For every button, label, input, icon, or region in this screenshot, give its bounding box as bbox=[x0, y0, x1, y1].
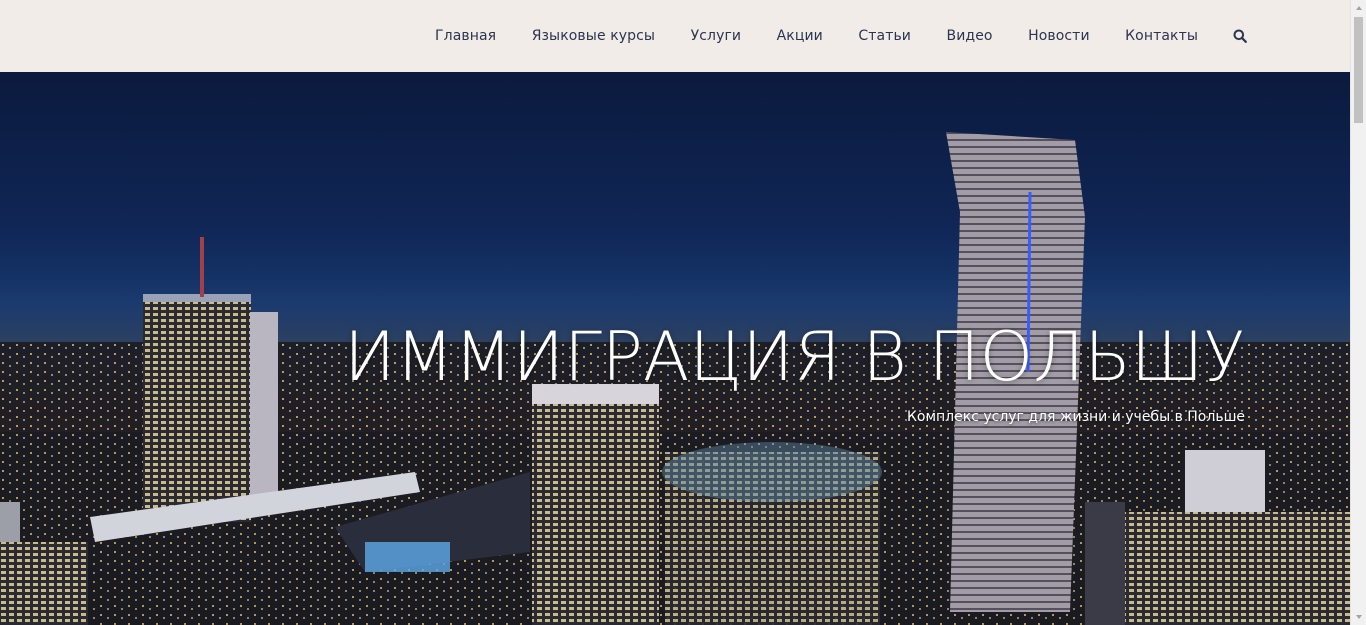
top-navbar: Главная Языковые курсы Услуги Акции Стат… bbox=[0, 0, 1350, 72]
search-icon[interactable] bbox=[1233, 29, 1247, 43]
main-menu: Главная Языковые курсы Услуги Акции Стат… bbox=[435, 0, 1247, 72]
scroll-up-icon[interactable] bbox=[1351, 0, 1366, 16]
hero-banner: ИММИГРАЦИЯ В ПОЛЬШУ Комплекс услуг для ж… bbox=[0, 72, 1350, 625]
scrollbar-thumb[interactable] bbox=[1354, 17, 1363, 123]
nav-item-language-courses[interactable]: Языковые курсы bbox=[532, 28, 655, 44]
nav-item-contacts[interactable]: Контакты bbox=[1125, 28, 1198, 44]
page-scrollbar[interactable] bbox=[1350, 0, 1366, 625]
nav-item-news[interactable]: Новости bbox=[1028, 28, 1090, 44]
nav-item-promotions[interactable]: Акции bbox=[777, 28, 823, 44]
nav-item-articles[interactable]: Статьи bbox=[858, 28, 911, 44]
hero-subtitle: Комплекс услуг для жизни и учебы в Польш… bbox=[906, 409, 1245, 425]
nav-item-video[interactable]: Видео bbox=[947, 28, 993, 44]
nav-item-home[interactable]: Главная bbox=[435, 28, 496, 44]
scroll-down-icon[interactable] bbox=[1351, 609, 1366, 625]
nav-item-services[interactable]: Услуги bbox=[691, 28, 742, 44]
hero-title: ИММИГРАЦИЯ В ПОЛЬШУ bbox=[343, 318, 1245, 397]
